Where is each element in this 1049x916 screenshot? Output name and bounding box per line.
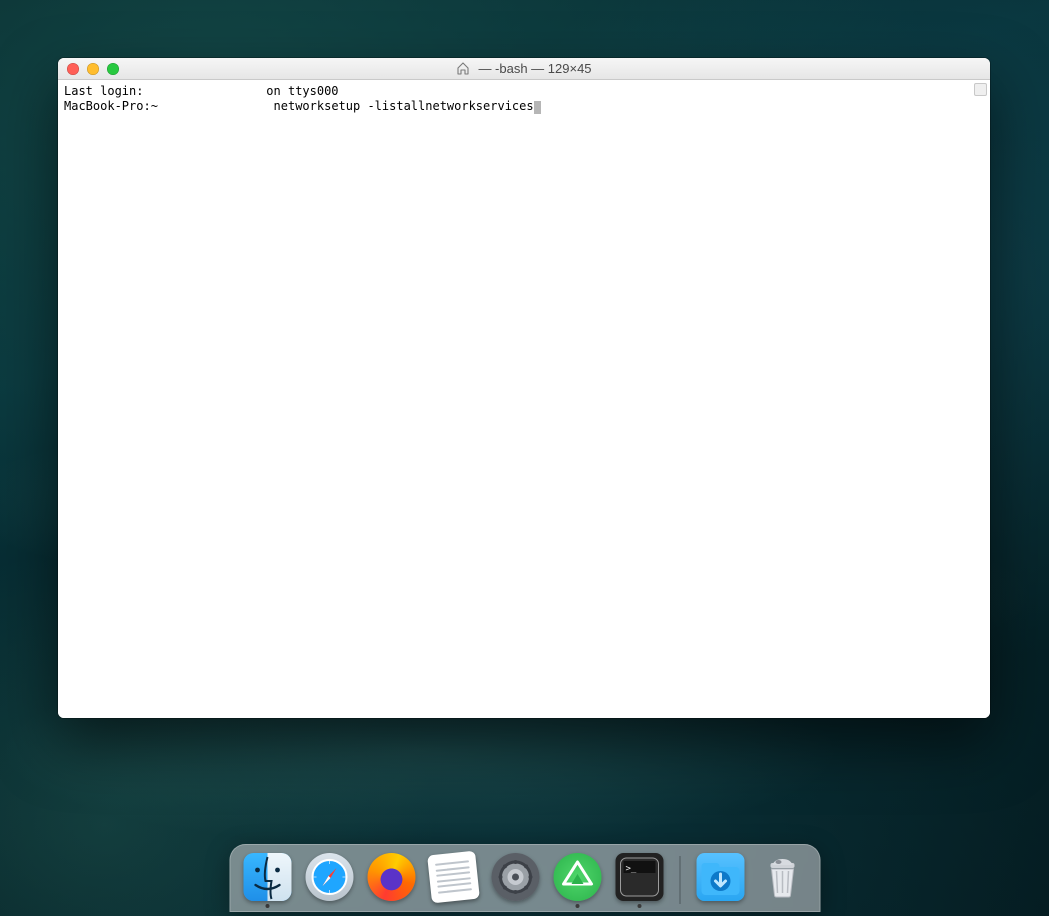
downloads-icon [696,853,744,901]
close-button[interactable] [67,63,79,75]
dock-item-trash[interactable] [758,853,806,908]
terminal-prompt: MacBook-Pro:~ [64,99,266,113]
trash-icon [758,853,806,901]
dock: >_ [229,840,820,912]
dock-item-terminal[interactable]: >_ [615,853,663,908]
traffic-lights [58,63,119,75]
maximize-button[interactable] [107,63,119,75]
running-indicator [265,904,269,908]
terminal-icon: >_ [615,853,663,901]
safari-icon [305,853,353,901]
dock-tray: >_ [229,844,820,912]
svg-text:>_: >_ [625,864,636,874]
dock-item-settings[interactable] [491,853,539,908]
window-title: — -bash — 129×45 [478,61,591,76]
settings-icon [491,853,539,901]
running-indicator [637,904,641,908]
terminal-window[interactable]: — -bash — 129×45 Last login: on ttys000 … [58,58,990,718]
dock-item-downloads[interactable] [696,853,744,908]
scrollbar[interactable] [974,83,987,96]
running-indicator [575,904,579,908]
terminal-line-2: MacBook-Pro:~ networksetup -listallnetwo… [64,99,984,114]
terminal-command: networksetup -listallnetworkservices [266,99,533,113]
dock-item-textedit[interactable] [429,853,477,908]
desktop: { "window": { "title": "— -bash — 129×45… [0,0,1049,916]
proton-icon [553,853,601,901]
home-icon [456,62,470,75]
titlebar[interactable]: — -bash — 129×45 [58,58,990,80]
dock-item-firefox[interactable] [367,853,415,908]
dock-item-safari[interactable] [305,853,353,908]
minimize-button[interactable] [87,63,99,75]
finder-icon [243,853,291,901]
terminal-body[interactable]: Last login: on ttys000 MacBook-Pro:~ net… [58,80,990,718]
dock-separator [679,856,680,904]
textedit-icon [427,851,480,904]
dock-item-finder[interactable] [243,853,291,908]
firefox-icon [367,853,415,901]
terminal-line-1: Last login: on ttys000 [64,84,984,99]
terminal-cursor [534,101,541,114]
dock-item-proton[interactable] [553,853,601,908]
